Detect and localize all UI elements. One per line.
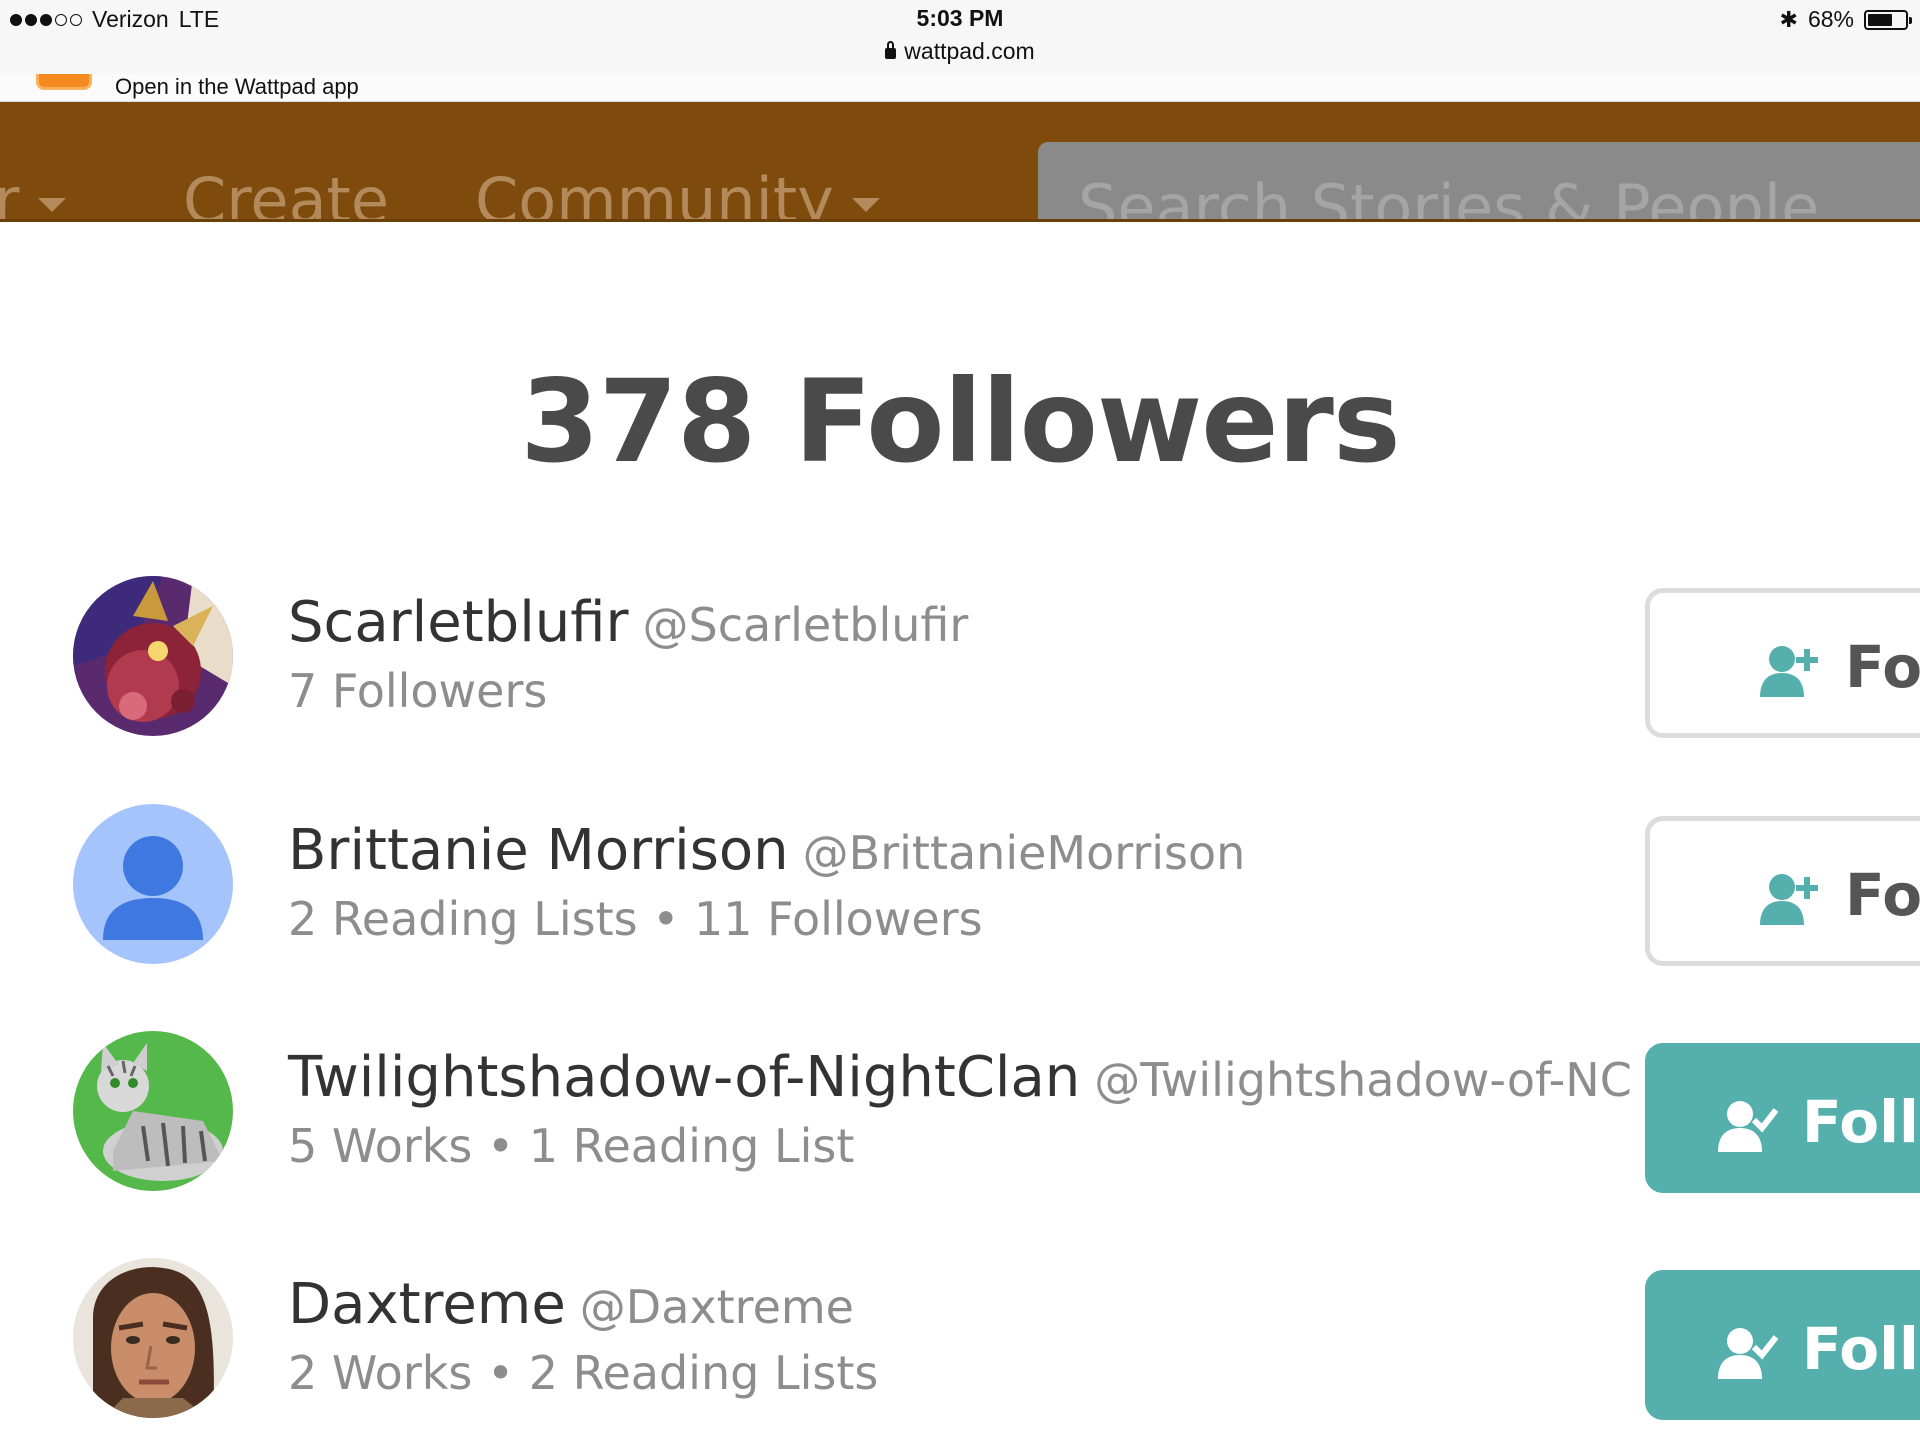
follower-row: Brittanie Morrison @BrittanieMorrison 2 R…: [0, 804, 1920, 984]
url-text: wattpad.com: [904, 38, 1035, 64]
following-button[interactable]: Follo: [1645, 1043, 1920, 1193]
nav-item-discover[interactable]: r: [0, 164, 66, 219]
follow-button-label: Fol: [1845, 633, 1920, 701]
follow-button-label: Fol: [1845, 861, 1920, 929]
site-navigation: r Create Community: [0, 102, 1920, 222]
bluetooth-icon: ✱: [1779, 6, 1798, 32]
wattpad-app-icon: [36, 74, 92, 90]
search-box[interactable]: [1038, 142, 1920, 219]
user-line: Scarletblufir @Scarletblufir: [288, 590, 968, 655]
chevron-down-icon: [37, 197, 66, 212]
following-button-label: Follo: [1802, 1315, 1920, 1383]
user-check-icon: [1718, 1328, 1779, 1379]
following-button[interactable]: Follo: [1645, 1270, 1920, 1420]
nav-item-create[interactable]: Create: [183, 164, 390, 222]
nav-item-create-label: Create: [183, 164, 390, 222]
open-in-app-text: Open in the Wattpad app: [115, 74, 359, 99]
user-check-icon: [1718, 1101, 1779, 1152]
follower-row: Daxtreme @Daxtreme 2 Works • 2 Reading Li…: [0, 1258, 1920, 1438]
following-button-label: Follo: [1802, 1088, 1920, 1156]
search-input[interactable]: [1038, 142, 1920, 219]
nav-item-community-label: Community: [475, 164, 834, 222]
user-handle[interactable]: @Twilightshadow-of-NC: [1094, 1053, 1632, 1107]
user-stats: 2 Reading Lists • 11 Followers: [288, 892, 983, 946]
nav-item-discover-label: r: [0, 164, 20, 219]
user-line: Brittanie Morrison @BrittanieMorrison: [288, 818, 1245, 883]
chevron-down-icon: [851, 197, 880, 212]
follow-button[interactable]: Fol: [1645, 816, 1920, 966]
user-name[interactable]: Scarletblufir: [288, 590, 629, 655]
avatar[interactable]: [73, 804, 233, 964]
page-title: 378 Followers: [520, 355, 1400, 488]
user-handle[interactable]: @BrittanieMorrison: [803, 826, 1246, 880]
user-stats: 2 Works • 2 Reading Lists: [288, 1346, 879, 1400]
user-line: Daxtreme @Daxtreme: [288, 1272, 854, 1337]
follower-row: Scarletblufir @Scarletblufir 7 Followers …: [0, 576, 1920, 756]
avatar[interactable]: [73, 576, 233, 736]
add-user-icon: [1760, 874, 1818, 925]
avatar[interactable]: [73, 1258, 233, 1418]
battery-percentage: 68%: [1807, 6, 1854, 32]
address-bar[interactable]: wattpad.com: [0, 38, 1920, 65]
add-user-icon: [1760, 646, 1818, 697]
clock: 5:03 PM: [916, 5, 1004, 31]
user-handle[interactable]: @Daxtreme: [580, 1280, 854, 1334]
avatar[interactable]: [73, 1031, 233, 1191]
open-in-app-banner[interactable]: Open in the Wattpad app: [0, 74, 1920, 102]
battery-icon: [1864, 9, 1912, 30]
follow-button[interactable]: Fol: [1645, 588, 1920, 738]
status-bar: Verizon LTE 5:03 PM wattpad.com ✱ 68%: [0, 0, 1920, 74]
battery-fill: [1868, 13, 1892, 26]
user-handle[interactable]: @Scarletblufir: [643, 598, 969, 652]
user-stats: 7 Followers: [288, 664, 548, 718]
user-name[interactable]: Brittanie Morrison: [288, 818, 789, 883]
nav-item-community[interactable]: Community: [475, 164, 880, 222]
follower-row: Twilightshadow-of-NightClan @Twilightshad…: [0, 1031, 1920, 1211]
user-name[interactable]: Twilightshadow-of-NightClan: [288, 1045, 1080, 1110]
status-bar-right: ✱ 68%: [1779, 6, 1912, 33]
user-stats: 5 Works • 1 Reading List: [288, 1119, 855, 1173]
lock-icon: [885, 41, 897, 59]
user-line: Twilightshadow-of-NightClan @Twilightshad…: [288, 1045, 1632, 1110]
user-name[interactable]: Daxtreme: [288, 1272, 566, 1337]
